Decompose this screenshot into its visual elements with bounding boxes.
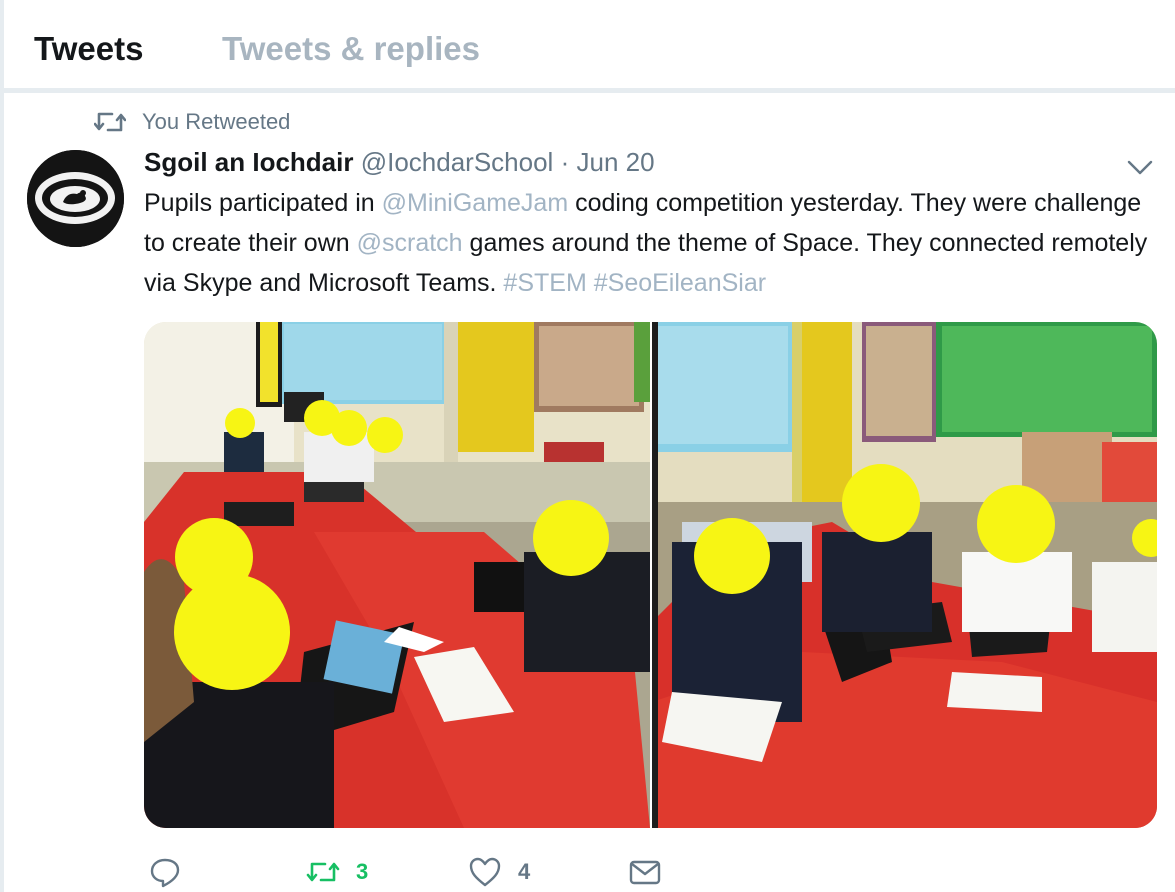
- avatar[interactable]: [27, 150, 124, 247]
- section-divider: [4, 88, 1175, 93]
- reply-icon: [150, 858, 180, 888]
- tweet-header: Sgoil an Iochdair @IochdarSchool · Jun 2…: [144, 147, 655, 178]
- mention-minigamejam[interactable]: @MiniGameJam: [382, 189, 569, 217]
- retweet-count: 3: [356, 859, 369, 884]
- tab-tweets[interactable]: Tweets: [34, 30, 143, 68]
- tweet-text-space: [587, 269, 594, 297]
- heart-icon: [469, 857, 501, 887]
- reply-button[interactable]: [148, 854, 198, 890]
- header-separator: ·: [560, 147, 570, 177]
- direct-message-button[interactable]: [628, 854, 662, 890]
- profile-timeline: Tweets Tweets & replies You Retweeted Sg…: [0, 0, 1175, 892]
- like-button[interactable]: 4: [468, 854, 530, 890]
- hashtag-stem[interactable]: #STEM: [503, 269, 586, 297]
- tweet-text-part: Pupils participated in: [144, 189, 382, 217]
- retweet-icon: [306, 862, 340, 882]
- author-handle[interactable]: @IochdarSchool: [361, 147, 554, 177]
- envelope-icon: [629, 860, 661, 885]
- tab-tweets-and-replies[interactable]: Tweets & replies: [222, 30, 480, 68]
- retweet-context-label: You Retweeted: [142, 109, 291, 134]
- tweet-date[interactable]: Jun 20: [576, 147, 654, 177]
- profile-tabs: Tweets Tweets & replies: [4, 0, 1175, 89]
- like-count: 4: [518, 859, 531, 884]
- retweet-icon: [94, 112, 126, 132]
- mention-scratch[interactable]: @scratch: [357, 229, 463, 257]
- classroom-photo-left[interactable]: [144, 322, 650, 828]
- school-logo: [27, 150, 124, 247]
- retweet-button[interactable]: 3: [306, 854, 368, 890]
- tweet-actions: 3 4: [0, 850, 1175, 892]
- timeline-border: [0, 0, 4, 892]
- hashtag-seoeileansiar[interactable]: #SeoEileanSiar: [594, 269, 766, 297]
- chevron-down-icon[interactable]: [1124, 153, 1156, 181]
- tweet-media: [144, 322, 1157, 828]
- author-name[interactable]: Sgoil an Iochdair: [144, 147, 353, 177]
- retweet-context: You Retweeted: [94, 108, 290, 136]
- classroom-photo-right[interactable]: [652, 322, 1157, 828]
- tweet-text: Pupils participated in @MiniGameJam codi…: [144, 183, 1154, 303]
